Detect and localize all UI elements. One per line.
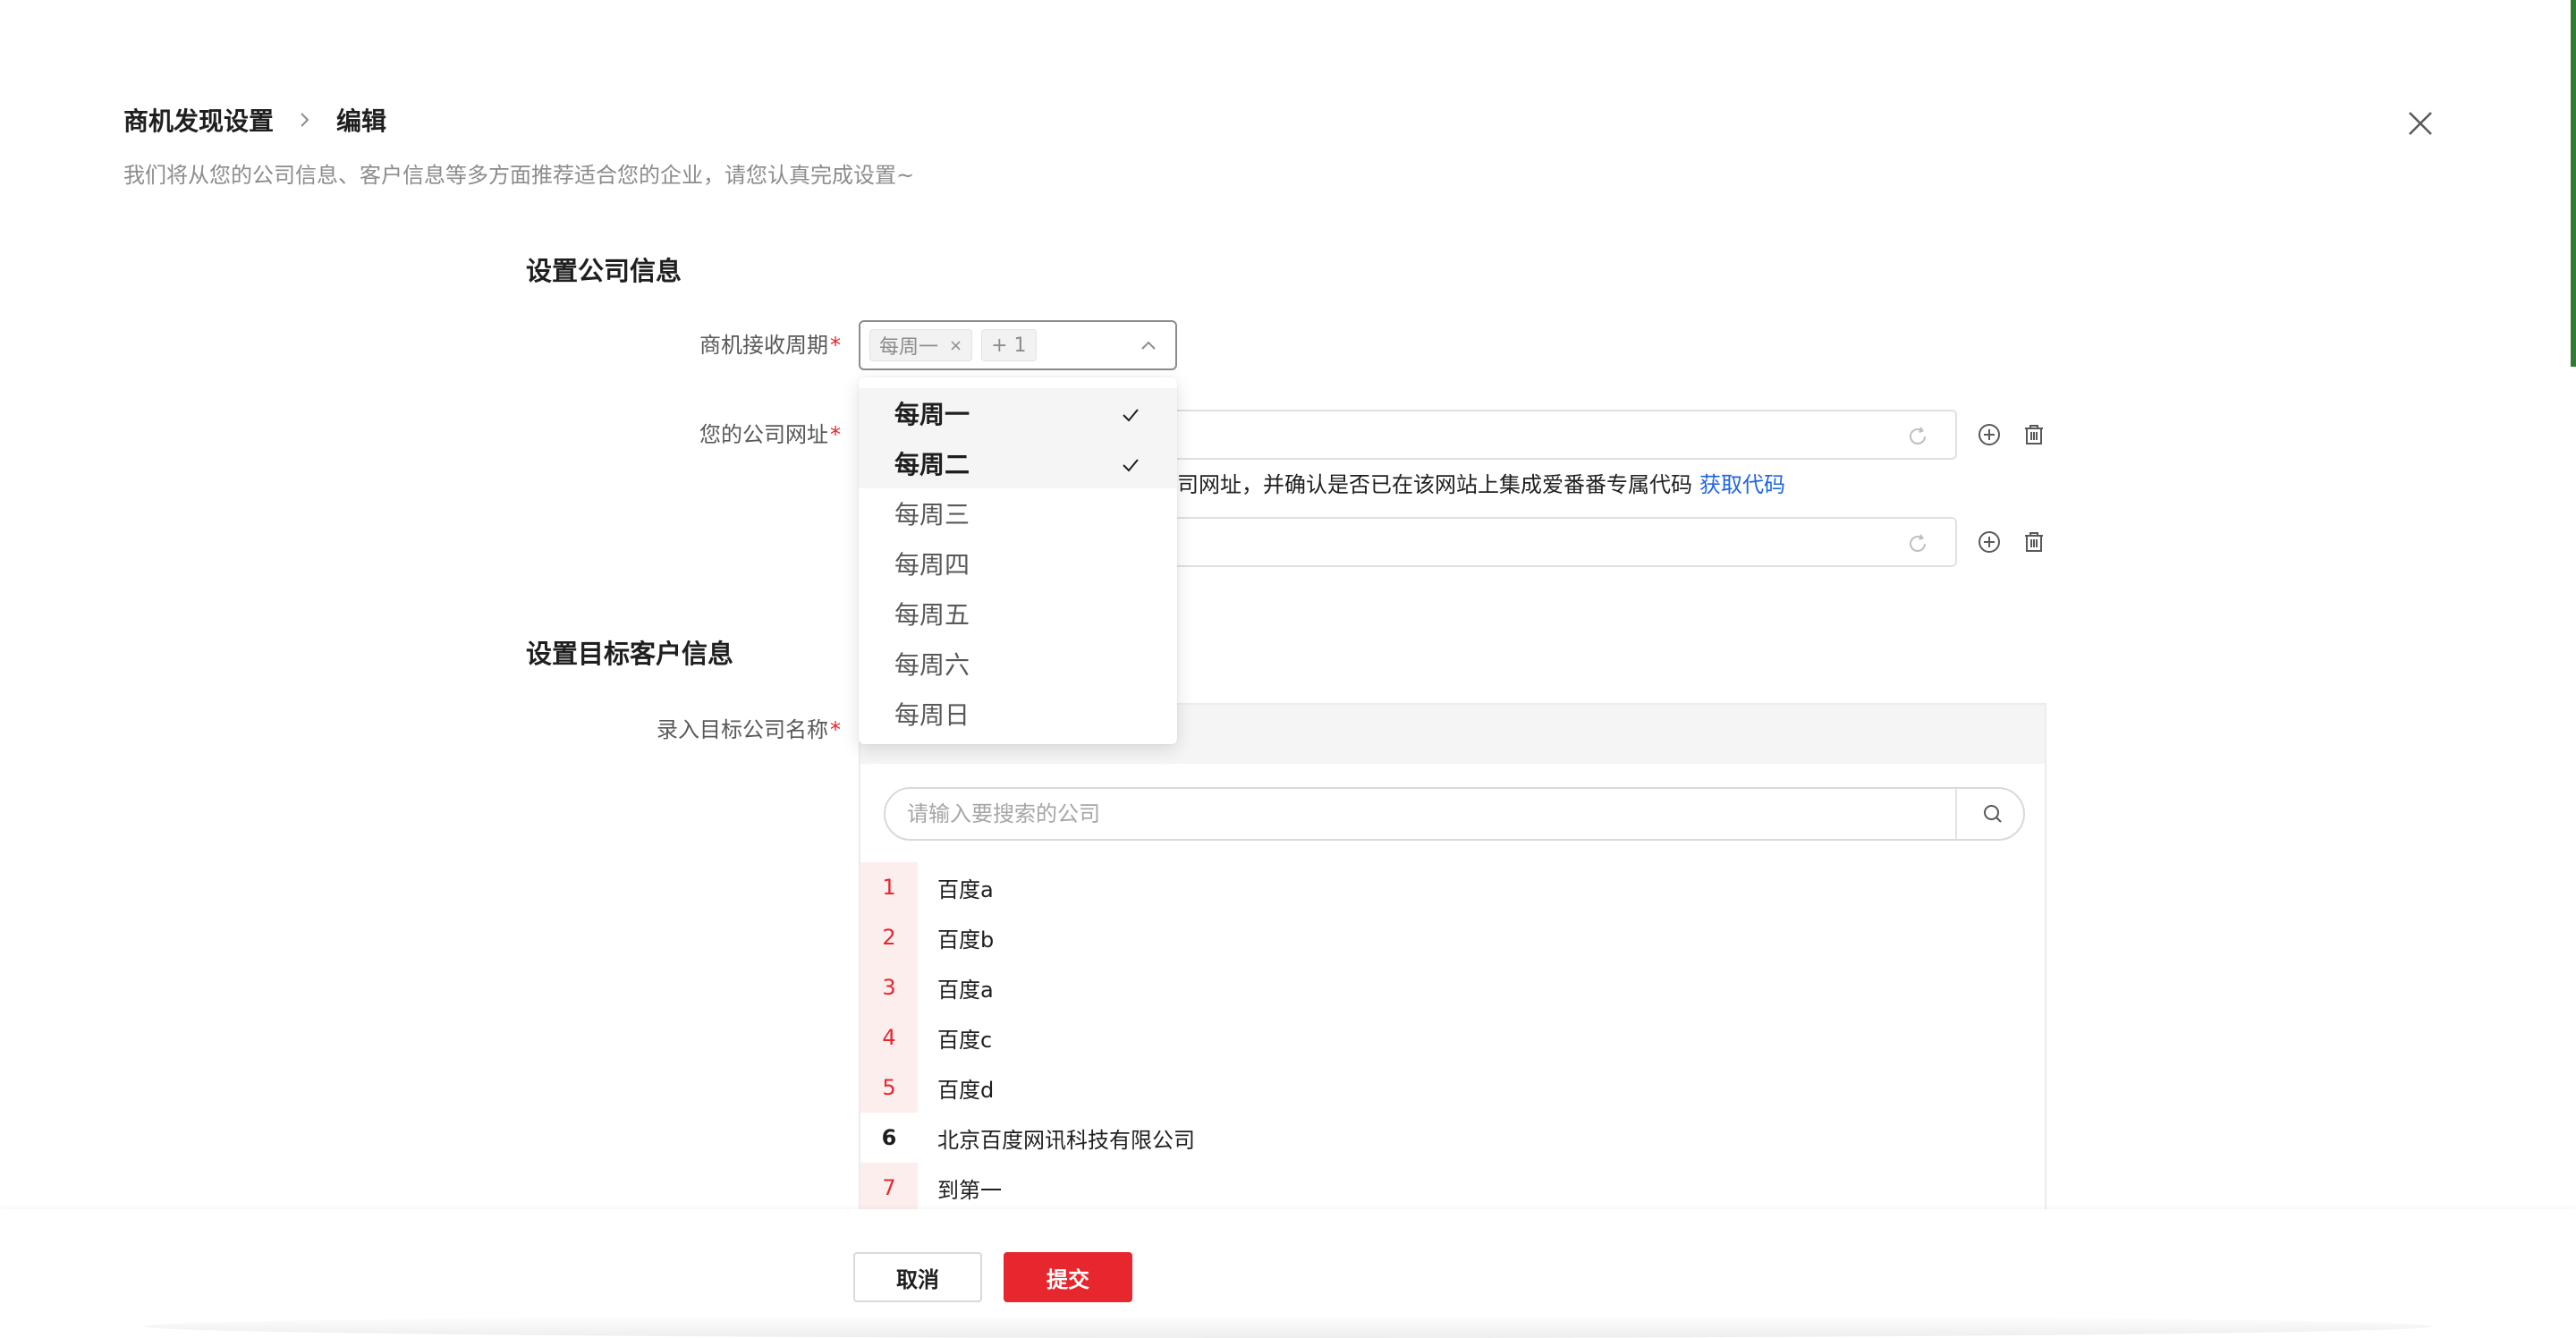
row-company-name: 北京百度网讯科技有限公司: [937, 1127, 1195, 1153]
refresh-icon[interactable]: [1905, 531, 1930, 556]
more-tag: + 1: [981, 329, 1037, 361]
refresh-icon[interactable]: [1905, 424, 1930, 449]
right-edge-accent: [2571, 0, 2576, 367]
add-circle-icon[interactable]: [1977, 422, 2002, 447]
company-list: 1 百度a 2 百度b 3 百度a 4 百度c 5 百度d 6 北京百度网讯科技…: [860, 862, 2045, 1213]
dropdown-option-wed[interactable]: 每周三: [859, 488, 1177, 538]
company-search-input[interactable]: [886, 789, 1959, 839]
list-item[interactable]: 7 到第一: [860, 1163, 2045, 1213]
check-icon: [1120, 453, 1141, 474]
row-number: 7: [860, 1163, 918, 1213]
chevron-up-icon[interactable]: [1138, 335, 1159, 357]
row-number: 3: [860, 962, 918, 1012]
cycle-label: 商机接收周期*: [528, 327, 841, 359]
cycle-dropdown: 每周一 每周二 每周三 每周四 每周五 每周六 每周日: [859, 377, 1177, 744]
chevron-right-icon: [292, 107, 317, 132]
list-item[interactable]: 3 百度a: [860, 962, 2045, 1012]
row-company-name: 百度a: [937, 876, 994, 902]
list-item[interactable]: 6 北京百度网讯科技有限公司: [860, 1113, 2045, 1163]
target-name-label: 录入目标公司名称*: [528, 712, 841, 743]
url-label-text: 您的公司网址: [699, 422, 828, 447]
settings-edit-page: 商机发现设置 编辑 我们将从您的公司信息、客户信息等多方面推荐适合您的企业，请您…: [0, 0, 2576, 1338]
breadcrumb-current: 编辑: [336, 106, 387, 136]
row-company-name: 百度c: [937, 1027, 993, 1053]
cycle-multiselect[interactable]: 每周一 × + 1: [859, 320, 1177, 370]
breadcrumb-root[interactable]: 商机发现设置: [123, 102, 274, 138]
submit-button[interactable]: 提交: [1004, 1252, 1132, 1302]
tag-remove-icon[interactable]: ×: [949, 336, 962, 355]
option-label: 每周五: [894, 600, 970, 630]
required-mark: *: [830, 717, 841, 742]
dropdown-option-fri[interactable]: 每周五: [859, 589, 1177, 639]
selected-tag-label: 每周一: [879, 336, 939, 359]
url-label: 您的公司网址*: [528, 417, 841, 448]
row-number: 2: [860, 912, 918, 962]
company-url-input-2[interactable]: [1177, 517, 1957, 567]
url-hint-text: 司网址，并确认是否已在该网站上集成爱番番专属代码: [1177, 472, 1692, 497]
check-icon: [1120, 402, 1141, 424]
list-item[interactable]: 1 百度a: [860, 862, 2045, 912]
get-code-link[interactable]: 获取代码: [1699, 472, 1785, 497]
option-label: 每周六: [894, 650, 970, 680]
search-icon[interactable]: [1980, 801, 2005, 826]
row-number: 5: [860, 1063, 918, 1113]
dropdown-option-tue[interactable]: 每周二: [859, 438, 1177, 488]
page-subtitle: 我们将从您的公司信息、客户信息等多方面推荐适合您的企业，请您认真完成设置~: [123, 163, 915, 188]
option-label: 每周日: [894, 700, 970, 730]
trash-icon[interactable]: [2021, 529, 2046, 555]
dropdown-option-mon[interactable]: 每周一: [859, 388, 1177, 438]
dropdown-option-sun[interactable]: 每周日: [859, 689, 1177, 739]
list-item[interactable]: 5 百度d: [860, 1063, 2045, 1113]
option-label: 每周二: [894, 450, 970, 479]
row-company-name: 百度a: [937, 977, 994, 1003]
company-url-input-1[interactable]: [1177, 410, 1957, 460]
list-item[interactable]: 2 百度b: [860, 912, 2045, 962]
row-number: 1: [860, 862, 918, 912]
row-number: 4: [860, 1012, 918, 1063]
company-search: [884, 787, 2025, 841]
dropdown-option-sat[interactable]: 每周六: [859, 639, 1177, 689]
row-company-name: 百度d: [937, 1077, 995, 1103]
close-icon[interactable]: [2402, 106, 2438, 141]
cycle-label-text: 商机接收周期: [699, 333, 828, 358]
section-title-target: 设置目标客户信息: [526, 639, 734, 669]
dropdown-option-thu[interactable]: 每周四: [859, 538, 1177, 589]
list-item[interactable]: 4 百度c: [860, 1012, 2045, 1063]
target-name-label-text: 录入目标公司名称: [657, 717, 828, 742]
option-label: 每周四: [894, 550, 970, 580]
required-mark: *: [830, 422, 841, 447]
required-mark: *: [830, 333, 841, 358]
option-label: 每周一: [894, 400, 970, 429]
footer-shadow: [143, 1315, 2433, 1338]
breadcrumb: 商机发现设置 编辑: [123, 102, 386, 138]
cancel-button[interactable]: 取消: [853, 1252, 982, 1302]
selected-tag: 每周一 ×: [869, 329, 973, 361]
option-label: 每周三: [894, 500, 970, 529]
row-number: 6: [860, 1113, 918, 1163]
row-company-name: 到第一: [937, 1177, 1002, 1203]
trash-icon[interactable]: [2021, 422, 2046, 447]
section-title-company: 设置公司信息: [526, 256, 682, 286]
url-hint: 司网址，并确认是否已在该网站上集成爱番番专属代码 获取代码: [1177, 467, 1785, 498]
add-circle-icon[interactable]: [1977, 529, 2002, 555]
row-company-name: 百度b: [937, 927, 995, 953]
target-company-panel: 1 百度a 2 百度b 3 百度a 4 百度c 5 百度d 6 北京百度网讯科技…: [859, 703, 2046, 1240]
search-divider: [1955, 789, 1957, 839]
